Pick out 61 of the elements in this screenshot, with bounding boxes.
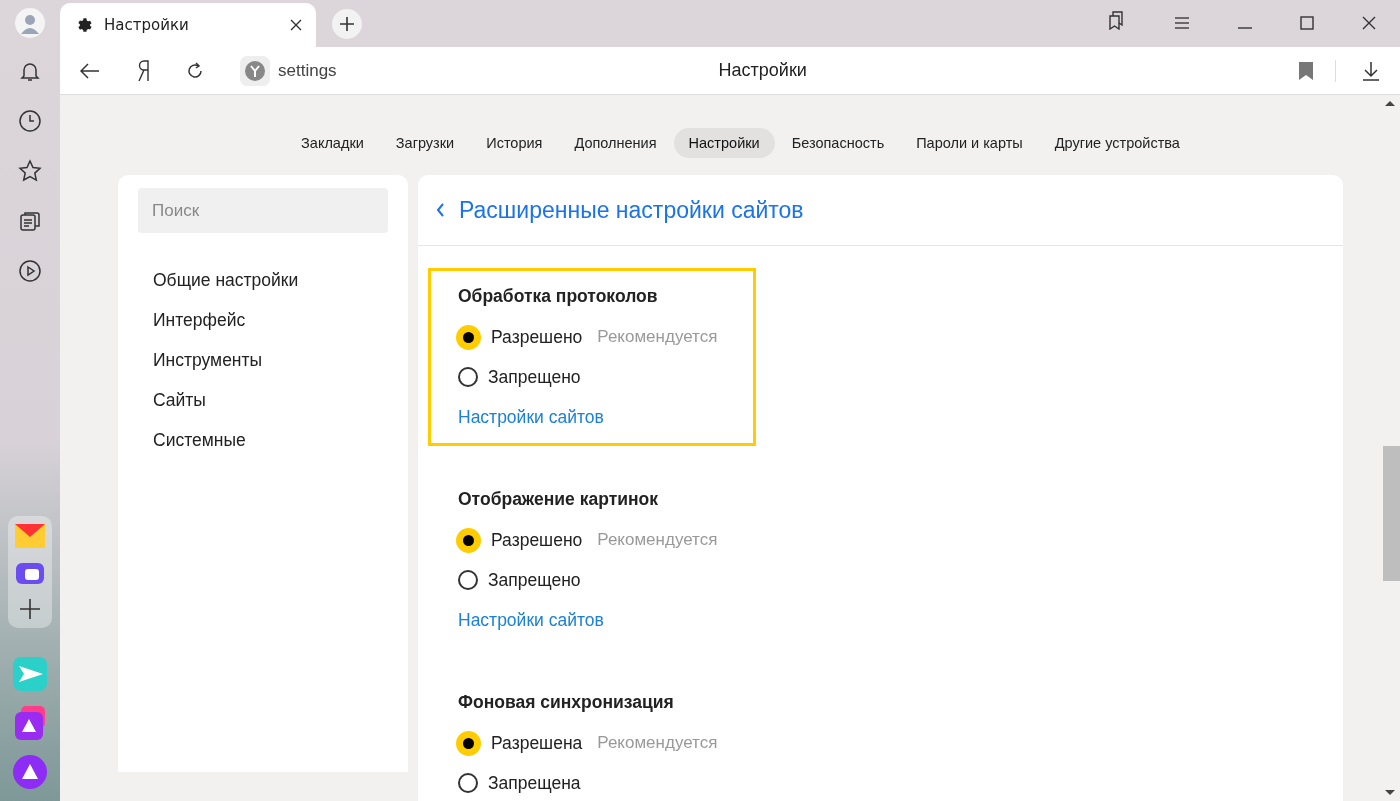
new-tab-button[interactable]: [332, 9, 362, 39]
app-icon[interactable]: [13, 706, 47, 740]
option-note: Рекомендуется: [597, 327, 718, 347]
nav-tab[interactable]: Безопасность: [776, 128, 900, 158]
option-label[interactable]: Разрешена: [491, 732, 583, 754]
alice-icon[interactable]: [13, 755, 47, 789]
panel-title[interactable]: Расширенные настройки сайтов: [459, 196, 804, 224]
nav-tab[interactable]: Закладки: [286, 128, 379, 158]
site-settings-link[interactable]: Настройки сайтов: [458, 406, 604, 428]
radio-button[interactable]: [458, 367, 478, 387]
site-icon[interactable]: [240, 55, 270, 86]
option-label[interactable]: Разрешено: [491, 529, 583, 551]
option-label[interactable]: Запрещено: [488, 569, 581, 591]
bookmarks-icon[interactable]: [1106, 10, 1126, 30]
menu-icon[interactable]: [1174, 16, 1190, 30]
plus-icon: [339, 16, 355, 32]
option-label[interactable]: Запрещено: [488, 366, 581, 388]
nav-tab[interactable]: Дополнения: [559, 128, 672, 158]
option-note: Рекомендуется: [597, 733, 718, 753]
nav-tab[interactable]: Загрузки: [380, 128, 470, 158]
bookmark-icon[interactable]: [1299, 61, 1313, 80]
close-icon[interactable]: [1362, 16, 1376, 30]
nav-tab[interactable]: Настройки: [673, 128, 775, 158]
radio-button[interactable]: [458, 570, 478, 590]
nav-tab[interactable]: Другие устройства: [1039, 128, 1195, 158]
back-icon[interactable]: [80, 62, 100, 79]
sidebar-item[interactable]: Системные: [138, 423, 388, 463]
radio-button[interactable]: [456, 730, 481, 756]
option-note: Рекомендуется: [597, 530, 718, 550]
section-title: Отображение картинок: [458, 488, 659, 511]
plus-icon[interactable]: [19, 598, 41, 620]
sidebar-item[interactable]: Сайты: [138, 383, 388, 423]
download-icon[interactable]: [1362, 60, 1380, 81]
maximize-icon[interactable]: [1300, 16, 1314, 30]
clock-icon[interactable]: [18, 109, 42, 133]
back-chevron-icon[interactable]: [436, 203, 445, 217]
section-title: Фоновая синхронизация: [458, 691, 675, 714]
address-field[interactable]: settings: [278, 60, 337, 81]
radio-button[interactable]: [458, 773, 478, 793]
reload-icon[interactable]: [186, 61, 204, 80]
sidebar-item[interactable]: Интерфейс: [138, 303, 388, 343]
browser-tab[interactable]: Настройки: [60, 3, 316, 47]
radio-button[interactable]: [456, 324, 481, 350]
close-icon[interactable]: [290, 19, 302, 31]
collections-icon[interactable]: [18, 209, 42, 233]
nav-tab[interactable]: Пароли и карты: [901, 128, 1038, 158]
yandex-logo-icon[interactable]: [136, 59, 150, 82]
play-icon[interactable]: [18, 259, 42, 283]
minimize-icon[interactable]: [1238, 26, 1252, 30]
star-icon[interactable]: [18, 159, 42, 183]
sidebar-item[interactable]: Инструменты: [138, 343, 388, 383]
nav-tab[interactable]: История: [471, 128, 558, 158]
option-label[interactable]: Запрещена: [488, 772, 581, 794]
messenger-icon[interactable]: [15, 560, 45, 586]
site-settings-link[interactable]: Настройки сайтов: [458, 609, 604, 631]
search-field[interactable]: Поиск: [138, 188, 388, 233]
section-title: Обработка протоколов: [458, 285, 659, 308]
sidebar-item[interactable]: Общие настройки: [138, 263, 388, 303]
radio-button[interactable]: [456, 527, 481, 553]
page-title: Настройки: [718, 60, 807, 81]
option-label[interactable]: Разрешено: [491, 326, 583, 348]
